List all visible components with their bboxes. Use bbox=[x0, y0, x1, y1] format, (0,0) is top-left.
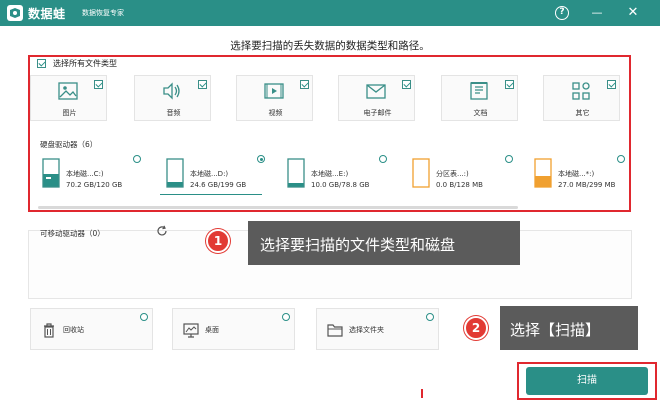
drive-name: 本地磁...E:) bbox=[311, 170, 349, 178]
step-badge-1: 1 bbox=[206, 229, 230, 253]
recycle-bin-icon bbox=[44, 323, 54, 338]
drive-d-radio[interactable] bbox=[257, 155, 265, 163]
document-icon bbox=[470, 82, 488, 100]
frog-logo-icon bbox=[7, 5, 23, 21]
drive-star[interactable]: 本地磁...*:) 27.0 MB/299 MB bbox=[528, 152, 648, 198]
file-type-label: 图片 bbox=[62, 109, 77, 117]
drive-partition-radio[interactable] bbox=[505, 155, 513, 163]
drive-icon bbox=[534, 158, 552, 188]
drive-icon bbox=[412, 158, 430, 188]
page-heading: 选择要扫描的丢失数据的数据类型和路径。 bbox=[230, 40, 430, 52]
checkbox-checked-icon[interactable] bbox=[37, 59, 46, 68]
document-checkbox[interactable] bbox=[505, 80, 514, 89]
close-button[interactable]: ✕ bbox=[624, 4, 642, 22]
file-type-document[interactable]: 文档 bbox=[441, 75, 518, 121]
image-icon bbox=[58, 82, 78, 100]
location-desktop[interactable]: 桌面 bbox=[172, 308, 295, 350]
drive-size: 27.0 MB/299 MB bbox=[558, 181, 616, 189]
title-bar: 数据蛙 数据恢复专家 ? — ✕ bbox=[0, 0, 660, 26]
minimize-icon: — bbox=[591, 6, 603, 19]
drive-size: 70.2 GB/120 GB bbox=[66, 181, 123, 189]
audio-icon bbox=[163, 82, 180, 100]
app-subtitle: 数据恢复专家 bbox=[82, 9, 124, 17]
folder-icon bbox=[327, 324, 343, 337]
drive-name: 分区表...:) bbox=[436, 170, 469, 178]
removable-drives-label: 可移动驱动器（0） bbox=[40, 229, 105, 238]
file-type-video[interactable]: 视频 bbox=[236, 75, 313, 121]
audio-checkbox[interactable] bbox=[198, 80, 207, 89]
drive-star-radio[interactable] bbox=[617, 155, 625, 163]
drive-size: 10.0 GB/78.8 GB bbox=[311, 181, 370, 189]
other-icon bbox=[572, 82, 590, 100]
file-type-email[interactable]: 电子邮件 bbox=[338, 75, 415, 121]
drive-size: 0.0 B/128 MB bbox=[436, 181, 483, 189]
desktop-radio[interactable] bbox=[282, 313, 290, 321]
other-checkbox[interactable] bbox=[607, 80, 616, 89]
location-label: 选择文件夹 bbox=[349, 326, 384, 334]
file-type-audio[interactable]: 音频 bbox=[134, 75, 211, 121]
close-icon: ✕ bbox=[627, 5, 639, 20]
step-badge-2: 2 bbox=[464, 316, 488, 340]
drive-name: 本地磁...C:) bbox=[66, 170, 104, 178]
refresh-icon[interactable] bbox=[156, 225, 168, 237]
drive-e-radio[interactable] bbox=[379, 155, 387, 163]
help-button[interactable]: ? bbox=[553, 4, 571, 22]
select-folder-radio[interactable] bbox=[426, 313, 434, 321]
desktop-icon bbox=[183, 323, 199, 338]
location-label: 桌面 bbox=[205, 326, 219, 334]
video-icon bbox=[264, 83, 284, 99]
drive-name: 本地磁...*:) bbox=[558, 170, 595, 178]
app-name: 数据蛙 bbox=[28, 7, 66, 21]
file-type-label: 文档 bbox=[473, 109, 488, 117]
drive-size: 24.6 GB/199 GB bbox=[190, 181, 247, 189]
email-checkbox[interactable] bbox=[402, 80, 411, 89]
file-type-image[interactable]: 图片 bbox=[30, 75, 107, 121]
file-type-other[interactable]: 其它 bbox=[543, 75, 620, 121]
drive-c-radio[interactable] bbox=[133, 155, 141, 163]
scan-button[interactable]: 扫描 bbox=[526, 367, 648, 395]
callout-step-1: 选择要扫描的文件类型和磁盘 bbox=[248, 221, 520, 265]
red-marker bbox=[421, 389, 423, 398]
file-type-label: 电子邮件 bbox=[363, 109, 392, 117]
callout-text: 选择要扫描的文件类型和磁盘 bbox=[260, 236, 456, 254]
file-type-label: 视频 bbox=[268, 109, 283, 117]
location-select-folder[interactable]: 选择文件夹 bbox=[316, 308, 439, 350]
minimize-button[interactable]: — bbox=[588, 4, 606, 22]
drive-icon bbox=[42, 158, 60, 188]
drive-name: 本地磁...D:) bbox=[190, 170, 229, 178]
location-label: 回收站 bbox=[63, 326, 84, 334]
email-icon bbox=[366, 84, 386, 99]
video-checkbox[interactable] bbox=[300, 80, 309, 89]
help-icon: ? bbox=[555, 6, 569, 20]
file-type-label: 其它 bbox=[575, 109, 590, 117]
drives-scrollbar[interactable] bbox=[38, 206, 518, 209]
recycle-bin-radio[interactable] bbox=[140, 313, 148, 321]
file-type-label: 音频 bbox=[166, 109, 181, 117]
callout-step-2: 选择【扫描】 bbox=[500, 306, 638, 350]
callout-text: 选择【扫描】 bbox=[510, 321, 601, 339]
drive-icon bbox=[287, 158, 305, 188]
selected-drive-underline bbox=[160, 194, 262, 195]
select-all-label: 选择所有文件类型 bbox=[53, 59, 117, 68]
image-checkbox[interactable] bbox=[94, 80, 103, 89]
drive-icon bbox=[166, 158, 184, 188]
hard-drives-label: 硬盘驱动器（6） bbox=[40, 140, 98, 149]
location-recycle-bin[interactable]: 回收站 bbox=[30, 308, 153, 350]
